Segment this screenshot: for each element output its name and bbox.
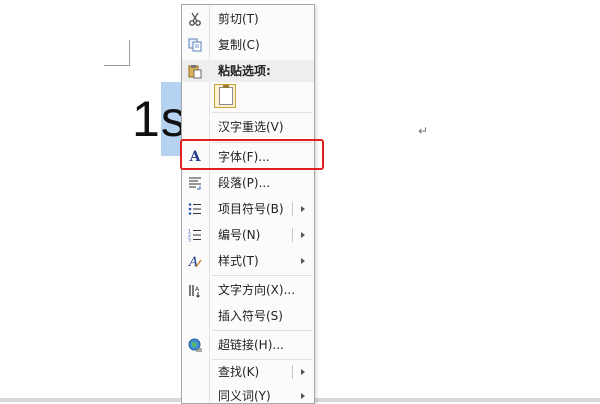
bullet-list-icon: [186, 200, 204, 218]
menu-item-hyperlink[interactable]: 超链接(H)...: [182, 334, 314, 356]
menu-item-cut-label: 剪切(T): [218, 12, 259, 26]
menu-separator: [212, 112, 312, 113]
submenu-split: [292, 202, 293, 216]
paste-icon: [186, 62, 204, 80]
menu-item-insert-symbol-label: 插入符号(S): [218, 309, 283, 323]
menu-item-text-direction-label: 文字方向(X)...: [218, 283, 296, 297]
svg-text:3: 3: [188, 238, 191, 243]
menu-item-copy-label: 复制(C): [218, 38, 260, 52]
menu-item-cut[interactable]: 剪切(T): [182, 8, 314, 30]
paragraph-mark: ↵: [418, 124, 429, 138]
submenu-arrow-icon[interactable]: [301, 232, 305, 238]
menu-item-reconvert-label: 汉字重选(V): [218, 120, 284, 134]
highlight-annotation-box: [180, 139, 324, 170]
menu-item-bullets-label: 项目符号(B): [218, 202, 284, 216]
submenu-arrow-icon: [301, 393, 305, 399]
menu-item-synonyms[interactable]: 同义词(Y): [182, 385, 314, 403]
context-menu: 剪切(T) 复制(C) 粘贴选项: 汉字重选(V) A 字体(F)... 段落(…: [181, 4, 315, 404]
svg-text:A: A: [195, 286, 200, 293]
menu-separator: [212, 275, 312, 276]
paste-keep-text-button[interactable]: [214, 84, 236, 108]
menu-separator: [212, 359, 312, 360]
submenu-arrow-icon[interactable]: [301, 206, 305, 212]
menu-item-lookup-label: 查找(K): [218, 365, 260, 379]
menu-item-paragraph[interactable]: 段落(P)...: [182, 172, 314, 194]
menu-item-reconvert[interactable]: 汉字重选(V): [182, 116, 314, 138]
hyperlink-globe-icon: [186, 336, 204, 354]
menu-item-hyperlink-label: 超链接(H)...: [218, 338, 284, 352]
submenu-arrow-icon: [301, 258, 305, 264]
page-corner-mark: [104, 40, 130, 66]
styles-icon: A: [186, 252, 204, 270]
text-direction-icon: A: [186, 281, 204, 299]
menu-item-lookup[interactable]: 查找(K): [182, 361, 314, 383]
submenu-split: [292, 228, 293, 242]
menu-item-paste-options-label: 粘贴选项:: [218, 64, 271, 78]
menu-item-insert-symbol[interactable]: 插入符号(S): [182, 305, 314, 327]
menu-separator: [212, 330, 312, 331]
numbered-list-icon: 123: [186, 226, 204, 244]
copy-icon: [186, 36, 204, 54]
menu-item-styles[interactable]: A 样式(T): [182, 250, 314, 272]
scissors-icon: [186, 10, 204, 28]
paste-clipboard-icon: [219, 85, 233, 105]
menu-item-text-direction[interactable]: A 文字方向(X)...: [182, 279, 314, 301]
submenu-arrow-icon[interactable]: [301, 369, 305, 375]
submenu-split: [292, 365, 293, 379]
menu-item-bullets[interactable]: 项目符号(B): [182, 198, 314, 220]
document-text-plain: 1: [132, 91, 161, 147]
menu-item-synonyms-label: 同义词(Y): [218, 389, 271, 403]
menu-item-paste-options: 粘贴选项:: [182, 60, 314, 82]
menu-item-numbering-label: 编号(N): [218, 228, 261, 242]
menu-item-styles-label: 样式(T): [218, 254, 259, 268]
menu-item-numbering[interactable]: 123 编号(N): [182, 224, 314, 246]
paragraph-icon: [186, 174, 204, 192]
menu-item-copy[interactable]: 复制(C): [182, 34, 314, 56]
menu-item-paragraph-label: 段落(P)...: [218, 176, 271, 190]
